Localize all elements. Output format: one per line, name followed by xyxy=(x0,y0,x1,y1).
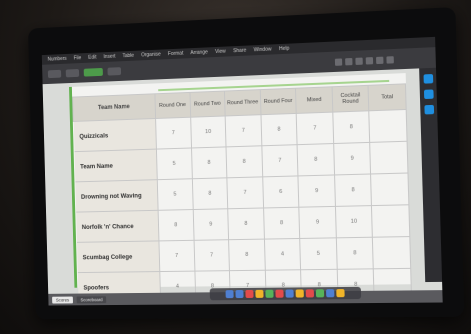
score-cell[interactable]: 7 xyxy=(155,117,192,150)
score-table: Team Name Round One Round Two Round Thre… xyxy=(72,83,412,303)
score-cell[interactable]: 10 xyxy=(335,205,373,238)
score-cell[interactable]: 8 xyxy=(158,209,194,241)
monitor-bezel: Numbers File Edit Insert Table Organise … xyxy=(27,6,465,320)
sheet-tab[interactable]: Scoreboard xyxy=(76,295,107,303)
column-header[interactable]: Mixed xyxy=(295,86,333,114)
notes-icon[interactable] xyxy=(285,289,294,298)
column-header[interactable]: Round One xyxy=(154,92,191,119)
score-cell[interactable]: 5 xyxy=(157,178,193,211)
score-cell[interactable]: 8 xyxy=(263,207,300,240)
score-cell[interactable]: 9 xyxy=(192,208,229,241)
score-cell[interactable]: 8 xyxy=(226,145,263,178)
score-cell[interactable]: 7 xyxy=(158,240,195,272)
photo-scene: Numbers File Edit Insert Table Organise … xyxy=(0,0,471,334)
spreadsheet-canvas: Team Name Round One Round Two Round Thre… xyxy=(69,73,412,303)
score-cell[interactable]: 9 xyxy=(298,174,336,208)
score-cell[interactable] xyxy=(370,141,408,174)
score-cell[interactable]: 10 xyxy=(190,115,227,148)
score-cell[interactable]: 5 xyxy=(156,147,192,180)
organise-icon[interactable] xyxy=(423,89,434,100)
inspector-sidebar xyxy=(419,67,443,283)
score-cell[interactable] xyxy=(370,172,409,206)
add-category-button[interactable] xyxy=(83,67,103,77)
score-cell[interactable]: 7 xyxy=(296,112,334,145)
menu-item[interactable]: Insert xyxy=(103,54,115,60)
sheet-tab[interactable]: Scores xyxy=(52,296,73,304)
score-cell[interactable]: 7 xyxy=(226,176,264,209)
score-cell[interactable]: 7 xyxy=(193,239,230,272)
score-cell[interactable]: 4 xyxy=(264,238,301,271)
team-name-cell[interactable]: Drowning not Waving xyxy=(74,179,159,213)
menu-item[interactable]: Arrange xyxy=(190,49,208,56)
menu-item[interactable]: Window xyxy=(254,46,272,53)
shape-icon[interactable] xyxy=(365,56,374,65)
column-header[interactable]: Team Name xyxy=(72,93,156,122)
document-icon[interactable] xyxy=(423,104,434,115)
score-cell[interactable]: 7 xyxy=(261,144,299,177)
score-cell[interactable]: 8 xyxy=(334,173,372,207)
menu-item[interactable]: Share xyxy=(233,48,246,55)
monitor-screen: Numbers File Edit Insert Table Organise … xyxy=(41,36,443,306)
menu-item[interactable]: File xyxy=(74,55,82,61)
calendar-icon[interactable] xyxy=(275,289,284,298)
score-cell[interactable] xyxy=(369,109,408,143)
column-header[interactable]: Round Four xyxy=(259,88,297,115)
column-header[interactable]: Round Three xyxy=(224,89,261,116)
menu-item[interactable]: Format xyxy=(168,51,184,58)
music-icon[interactable] xyxy=(295,289,304,298)
chart-icon[interactable] xyxy=(345,57,353,65)
mail-icon[interactable] xyxy=(255,289,264,298)
comment-icon[interactable] xyxy=(386,55,394,64)
score-cell[interactable]: 9 xyxy=(333,142,371,175)
menu-item[interactable]: View xyxy=(215,49,226,55)
score-cell[interactable]: 6 xyxy=(262,175,300,208)
trash-icon[interactable] xyxy=(336,289,345,298)
launchpad-icon[interactable] xyxy=(235,290,244,299)
team-name-cell[interactable]: Quizzicals xyxy=(73,118,157,152)
column-header[interactable]: Round Two xyxy=(189,91,226,118)
finder-icon[interactable] xyxy=(225,290,234,299)
dock xyxy=(209,286,362,301)
column-header[interactable]: Cocktail Round xyxy=(331,85,370,113)
media-icon[interactable] xyxy=(376,56,384,64)
score-cell[interactable]: 5 xyxy=(299,237,338,270)
score-cell[interactable]: 8 xyxy=(191,177,228,210)
view-button[interactable] xyxy=(47,69,62,79)
settings-icon[interactable] xyxy=(326,289,335,298)
pivot-table-button[interactable] xyxy=(107,67,122,76)
format-icon[interactable] xyxy=(422,74,433,84)
keynote-icon[interactable] xyxy=(315,289,325,298)
zoom-button[interactable] xyxy=(65,69,80,78)
score-cell[interactable]: 8 xyxy=(332,110,371,144)
team-name-cell[interactable]: Scumbag College xyxy=(76,240,160,273)
menu-item[interactable]: Numbers xyxy=(47,56,66,63)
insert-tools xyxy=(334,55,394,66)
score-cell[interactable]: 8 xyxy=(191,146,227,179)
team-name-cell[interactable]: Norfolk 'n' Chance xyxy=(75,210,159,243)
score-cell[interactable] xyxy=(372,236,411,269)
team-name-cell[interactable]: Team Name xyxy=(74,149,158,182)
menu-item[interactable]: Edit xyxy=(88,55,96,61)
text-icon[interactable] xyxy=(355,57,363,65)
score-cell[interactable]: 9 xyxy=(299,206,337,239)
menu-item[interactable]: Table xyxy=(122,53,134,59)
score-cell[interactable]: 8 xyxy=(336,237,374,270)
score-cell[interactable]: 8 xyxy=(228,239,265,271)
column-header[interactable]: Total xyxy=(368,83,407,111)
menu-item[interactable]: Help xyxy=(279,46,290,53)
score-cell[interactable]: 8 xyxy=(260,113,298,146)
safari-icon[interactable] xyxy=(245,289,254,298)
photos-icon[interactable] xyxy=(265,289,274,298)
numbers-icon[interactable] xyxy=(305,289,315,298)
score-cell[interactable] xyxy=(371,204,410,238)
menu-item[interactable]: Organise xyxy=(141,52,161,59)
score-cell[interactable]: 8 xyxy=(227,207,265,240)
score-cell[interactable]: 8 xyxy=(297,143,335,176)
table-row: Scumbag College 7 7 8 4 5 8 xyxy=(76,236,411,273)
table-icon[interactable] xyxy=(334,57,343,66)
score-cell[interactable]: 7 xyxy=(225,114,262,147)
